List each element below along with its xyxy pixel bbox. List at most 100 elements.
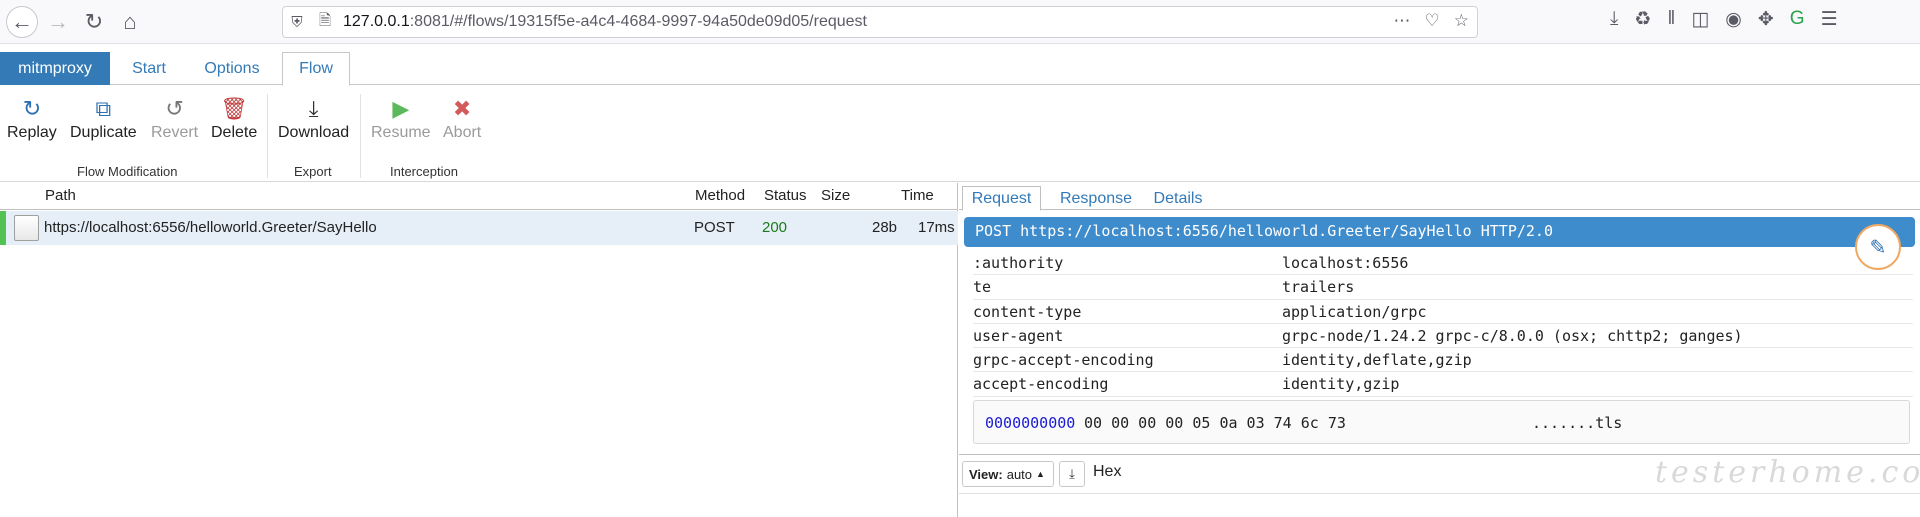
- download-button[interactable]: ⤓ Download: [278, 94, 349, 142]
- home-icon[interactable]: ⌂: [114, 6, 146, 38]
- content-view-label: Hex: [1093, 463, 1122, 480]
- bookmark-star-icon[interactable]: ☆: [1454, 11, 1469, 31]
- download-content-button[interactable]: ⤓: [1059, 461, 1085, 487]
- menu-icon[interactable]: ☰: [1821, 8, 1838, 31]
- file-icon: [14, 215, 39, 241]
- revert-button[interactable]: ↺ Revert: [151, 94, 198, 142]
- duplicate-icon: ⧉: [95, 96, 112, 121]
- more-options-icon[interactable]: ⋯: [1394, 11, 1411, 31]
- replay-button[interactable]: ↻ Replay: [7, 94, 57, 142]
- flow-ribbon: ↻ Replay ⧉ Duplicate ↺ Revert 🗑 Delete F…: [0, 86, 1920, 182]
- header-value: localhost:6556: [1282, 254, 1409, 272]
- resume-label: Resume: [371, 124, 431, 141]
- header-row: grpc-accept-encoding identity,deflate,gz…: [973, 348, 1913, 373]
- grammarly-icon[interactable]: G: [1790, 8, 1805, 31]
- column-header-path[interactable]: Path: [45, 187, 76, 204]
- tab-flow[interactable]: Flow: [282, 52, 350, 86]
- tab-details[interactable]: Details: [1146, 186, 1210, 211]
- request-headers: :authority localhost:6556 te trailers co…: [973, 251, 1913, 397]
- sidebar-icon[interactable]: ◫: [1691, 8, 1709, 31]
- revert-icon: ↺: [165, 96, 184, 121]
- header-key: :authority: [973, 254, 1064, 272]
- tab-response[interactable]: Response: [1051, 186, 1141, 211]
- header-row: content-type application/grpc: [973, 300, 1913, 324]
- hex-bytes: 00 00 00 00 05 0a 03 74 6c 73: [1084, 414, 1346, 432]
- view-label: View:: [969, 466, 1003, 482]
- header-value: application/grpc: [1282, 302, 1427, 321]
- tab-options[interactable]: Options: [195, 52, 269, 85]
- header-value: trailers: [1282, 278, 1355, 297]
- flow-status: 200: [762, 219, 788, 236]
- address-bar[interactable]: ⛨ 🗎 127.0.0.1:8081/#/flows/19315f5e-a4c4…: [282, 6, 1478, 38]
- revert-label: Revert: [151, 124, 199, 141]
- hex-view[interactable]: 0000000000 00 00 00 00 05 0a 03 74 6c 73…: [973, 400, 1910, 444]
- hex-offset: 0000000000: [985, 414, 1076, 432]
- flow-table-header: Path Method Status Size Time: [0, 183, 958, 210]
- hex-ascii: .......tls: [1532, 414, 1623, 432]
- back-arrow-icon[interactable]: ←: [6, 6, 38, 38]
- delete-button[interactable]: 🗑 Delete: [211, 94, 257, 142]
- header-key: accept-encoding: [973, 375, 1109, 394]
- row-status-indicator: [0, 211, 6, 245]
- download-icon: ⤓: [1069, 466, 1075, 481]
- header-key: user-agent: [973, 326, 1064, 345]
- header-value: identity,deflate,gzip: [1282, 351, 1472, 370]
- delete-label: Delete: [211, 124, 258, 141]
- extensions-icon[interactable]: ♻: [1634, 8, 1651, 31]
- close-icon: ✖: [452, 96, 472, 121]
- abort-label: Abort: [443, 124, 482, 141]
- column-header-status[interactable]: Status: [764, 187, 807, 204]
- duplicate-button[interactable]: ⧉ Duplicate: [70, 94, 137, 142]
- flow-size: 28b: [872, 219, 898, 236]
- shield-icon[interactable]: ⛨: [283, 14, 311, 31]
- main-tabs: mitmproxy Start Options Flow: [0, 52, 1920, 86]
- detail-tabs: Request Response Details: [959, 183, 1920, 211]
- column-header-size[interactable]: Size: [821, 187, 850, 204]
- header-key: te: [973, 278, 992, 297]
- forward-arrow-icon[interactable]: →: [42, 6, 74, 38]
- group-label-flow-modification: Flow Modification: [77, 164, 178, 179]
- tab-start[interactable]: Start: [115, 52, 183, 85]
- column-header-method[interactable]: Method: [695, 187, 745, 204]
- view-value: auto: [1006, 466, 1033, 482]
- download-label: Download: [278, 124, 350, 141]
- library-icon[interactable]: ‖: [1667, 8, 1675, 31]
- pocket-icon[interactable]: ♡: [1425, 11, 1440, 31]
- watermark: testerhome.com: [1655, 455, 1920, 490]
- abort-button[interactable]: ✖ Abort: [443, 94, 481, 142]
- resume-button[interactable]: ▶ Resume: [371, 94, 431, 142]
- trash-icon: 🗑: [220, 96, 249, 121]
- page-icon[interactable]: 🗎: [311, 10, 339, 35]
- browser-toolbar: ← → ↻ ⌂ ⛨ 🗎 127.0.0.1:8081/#/flows/19315…: [0, 0, 1920, 44]
- download-icon: ⤓: [308, 96, 319, 121]
- flow-list: Path Method Status Size Time https://loc…: [0, 183, 958, 517]
- move-icon[interactable]: ✥: [1758, 8, 1774, 31]
- downloads-icon[interactable]: ⤓: [1610, 8, 1618, 31]
- url-text[interactable]: 127.0.0.1:8081/#/flows/19315f5e-a4c4-468…: [343, 13, 867, 31]
- ribbon-divider: [267, 94, 268, 178]
- view-mode-dropdown[interactable]: View: auto ▲: [962, 461, 1054, 487]
- play-icon: ▶: [392, 96, 410, 121]
- header-key: grpc-accept-encoding: [973, 351, 1154, 370]
- caret-up-icon: ▲: [1036, 469, 1045, 479]
- column-header-time[interactable]: Time: [901, 187, 934, 204]
- duplicate-label: Duplicate: [70, 124, 137, 141]
- header-row: accept-encoding identity,gzip: [973, 372, 1913, 397]
- group-label-export: Export: [294, 164, 332, 179]
- header-value: identity,gzip: [1282, 375, 1400, 394]
- table-row[interactable]: https://localhost:6556/helloworld.Greete…: [0, 211, 958, 245]
- request-first-line: POST https://localhost:6556/helloworld.G…: [964, 217, 1915, 247]
- reload-icon[interactable]: ↻: [78, 6, 110, 38]
- divider: [959, 493, 1920, 494]
- flow-path: https://localhost:6556/helloworld.Greete…: [44, 219, 377, 236]
- header-value: grpc-node/1.24.2 grpc-c/8.0.0 (osx; chtt…: [1282, 326, 1743, 345]
- tab-request[interactable]: Request: [962, 186, 1041, 211]
- account-icon[interactable]: ◉: [1725, 8, 1742, 31]
- group-label-interception: Interception: [390, 164, 458, 179]
- tab-mitmproxy[interactable]: mitmproxy: [0, 52, 110, 85]
- header-row: user-agent grpc-node/1.24.2 grpc-c/8.0.0…: [973, 324, 1913, 349]
- flow-method: POST: [694, 219, 735, 236]
- replay-icon: ↻: [22, 96, 42, 121]
- url-host: 127.0.0.1: [343, 13, 410, 30]
- ribbon-divider: [360, 94, 361, 178]
